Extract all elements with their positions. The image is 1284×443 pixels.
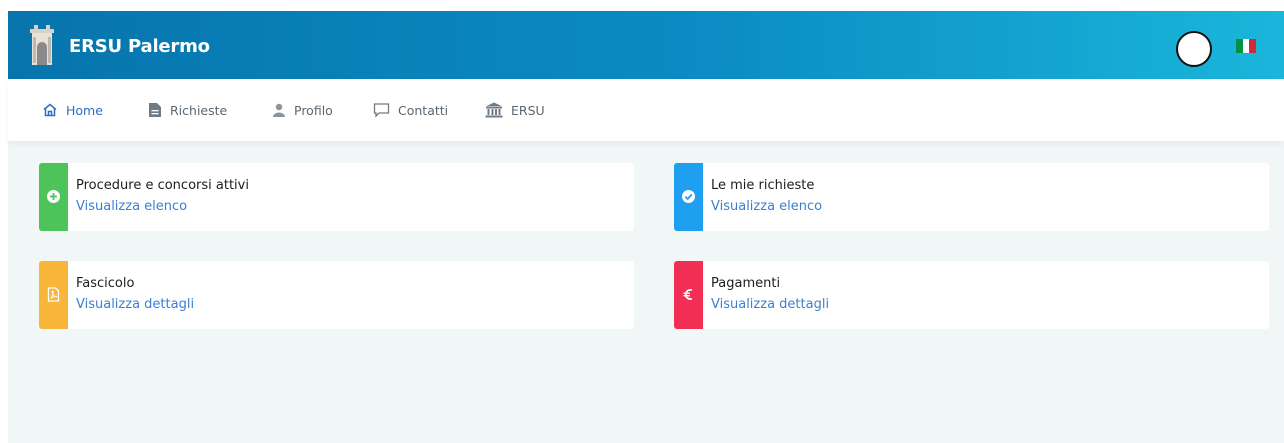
card-title: Le mie richieste bbox=[711, 178, 815, 193]
card-link[interactable]: Visualizza elenco bbox=[711, 199, 822, 214]
chat-icon bbox=[373, 103, 390, 118]
institution-icon bbox=[485, 102, 503, 118]
card-title: Procedure e concorsi attivi bbox=[76, 178, 249, 193]
document-icon bbox=[149, 103, 161, 117]
check-circle-icon bbox=[682, 190, 695, 203]
nav-label-ersu: ERSU bbox=[511, 102, 545, 118]
card-link[interactable]: Visualizza dettagli bbox=[76, 297, 194, 312]
card-color-bar bbox=[39, 163, 68, 231]
nav-label-richieste: Richieste bbox=[170, 102, 228, 118]
card-link[interactable]: Visualizza elenco bbox=[76, 199, 187, 214]
nav-label-home: Home bbox=[66, 102, 103, 118]
card-pagamenti[interactable]: Pagamenti Visualizza dettagli bbox=[674, 261, 1269, 329]
nav-item-ersu[interactable]: ERSU bbox=[485, 100, 545, 120]
card-fascicolo[interactable]: Fascicolo Visualizza dettagli bbox=[39, 261, 634, 329]
building-logo-icon bbox=[30, 25, 54, 65]
card-title: Pagamenti bbox=[711, 276, 781, 291]
card-color-bar bbox=[39, 261, 68, 329]
card-procedure-concorsi[interactable]: Procedure e concorsi attivi Visualizza e… bbox=[39, 163, 634, 231]
card-color-bar bbox=[674, 163, 703, 231]
top-bar: ERSU Palermo bbox=[8, 11, 1284, 79]
euro-icon bbox=[683, 289, 693, 300]
card-color-bar bbox=[674, 261, 703, 329]
card-link[interactable]: Visualizza dettagli bbox=[711, 297, 829, 312]
nav-label-profilo: Profilo bbox=[294, 102, 333, 118]
card-mie-richieste[interactable]: Le mie richieste Visualizza elenco bbox=[674, 163, 1269, 231]
nav-item-richieste[interactable]: Richieste bbox=[148, 100, 227, 120]
nav-bar: Home Richieste Profilo Contatti ERSU bbox=[8, 79, 1284, 141]
nav-item-home[interactable]: Home bbox=[42, 100, 103, 120]
plus-circle-icon bbox=[47, 190, 60, 203]
card-title: Fascicolo bbox=[76, 276, 135, 291]
nav-label-contatti: Contatti bbox=[398, 102, 449, 118]
avatar[interactable] bbox=[1176, 31, 1212, 67]
nav-item-profilo[interactable]: Profilo bbox=[272, 100, 333, 120]
nav-item-contatti[interactable]: Contatti bbox=[373, 100, 448, 120]
home-icon bbox=[43, 103, 57, 117]
pdf-file-icon bbox=[47, 287, 60, 302]
brand-title: ERSU Palermo bbox=[69, 36, 210, 57]
user-icon bbox=[273, 103, 285, 117]
app-frame: ERSU Palermo Home Richieste Profilo Cont… bbox=[8, 11, 1284, 443]
italy-flag-icon[interactable] bbox=[1236, 39, 1257, 53]
